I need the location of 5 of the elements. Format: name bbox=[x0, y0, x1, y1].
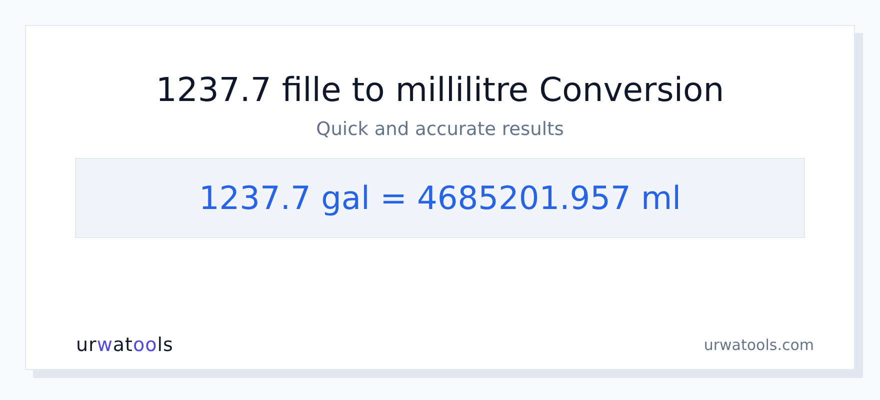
conversion-result: 1237.7 gal = 4685201.957 ml bbox=[198, 178, 682, 219]
logo: urwatools bbox=[76, 332, 174, 358]
subtitle: Quick and accurate results bbox=[316, 118, 564, 142]
site-url: urwatools.com bbox=[704, 334, 814, 356]
page-title: 1237.7 fille to millilitre Conversion bbox=[156, 70, 724, 110]
